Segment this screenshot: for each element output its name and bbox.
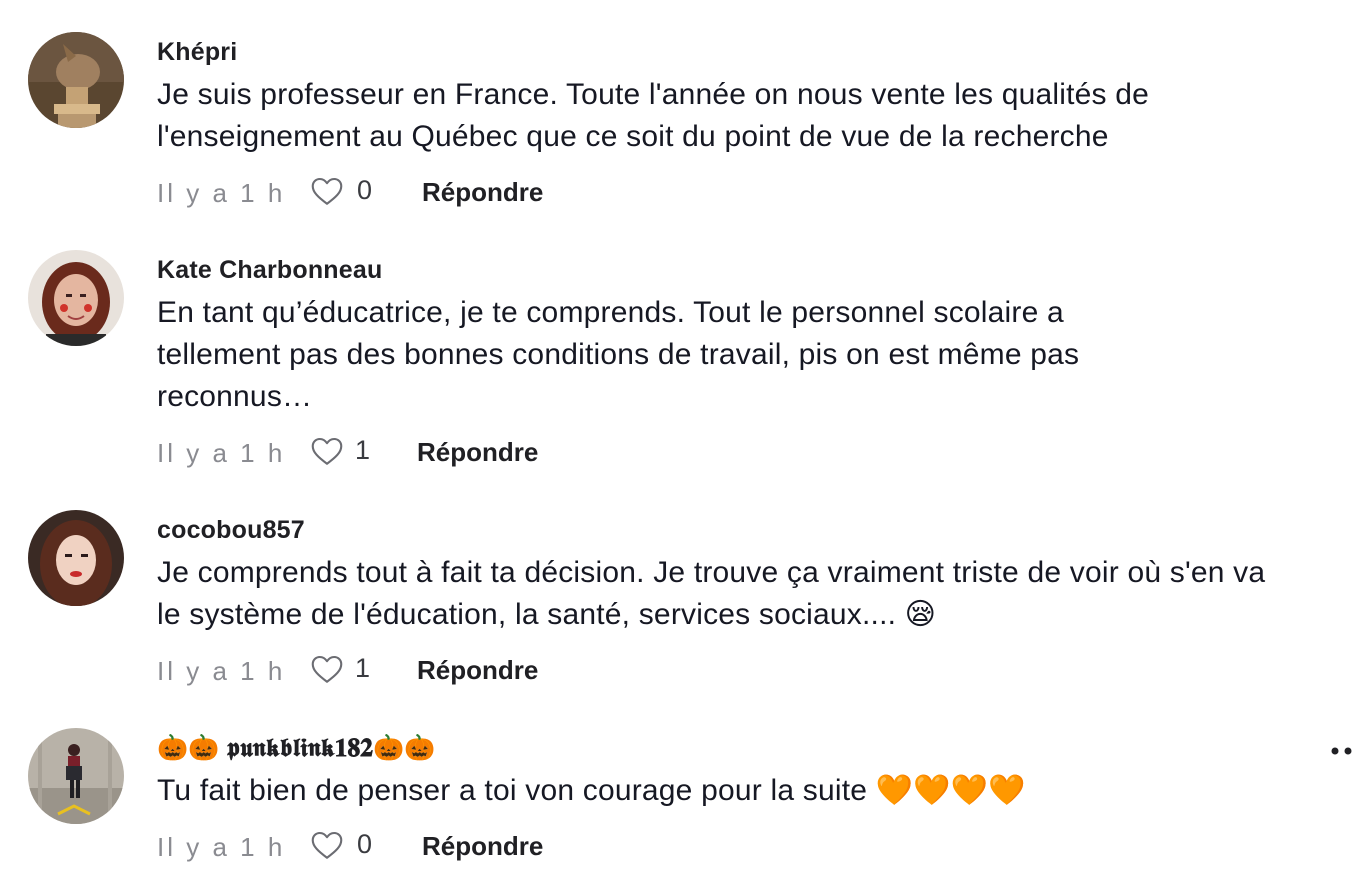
reply-button[interactable]: Répondre (422, 177, 543, 208)
comment-text: Je comprends tout à fait ta décision. Je… (157, 556, 1266, 631)
like-count: 0 (357, 175, 373, 205)
heart-outline-icon[interactable] (309, 173, 345, 209)
heart-outline-icon[interactable] (309, 651, 345, 687)
comment-time: Il y a 1 h (157, 832, 286, 862)
avatar[interactable] (28, 728, 124, 824)
comment-time: Il y a 1 h (157, 178, 286, 208)
comment-username[interactable]: cocobou857 (157, 516, 305, 545)
heart-outline-icon[interactable] (309, 433, 345, 469)
comment-username[interactable]: Kate Charbonneau (157, 256, 382, 285)
like-count: 0 (357, 829, 373, 859)
comment-time: Il y a 1 h (157, 438, 286, 468)
comment-text: En tant qu’éducatrice, je te comprends. … (157, 296, 1080, 413)
reply-button[interactable]: Répondre (417, 437, 538, 468)
avatar[interactable] (28, 32, 124, 128)
comment-username[interactable]: 🎃🎃 𝖕𝖚𝖓𝖐𝖇𝖑𝖎𝖓𝖐𝟏𝟖𝟐🎃🎃 (157, 734, 436, 763)
heart-outline-icon[interactable] (309, 827, 345, 863)
comment-text: Je suis professeur en France. Toute l'an… (157, 78, 1150, 153)
comment-time: Il y a 1 h (157, 656, 286, 686)
like-count: 1 (355, 653, 371, 683)
comment-username[interactable]: Khépri (157, 38, 237, 67)
avatar[interactable] (28, 250, 124, 346)
like-count: 1 (355, 435, 371, 465)
reply-button[interactable]: Répondre (422, 831, 543, 862)
comment-text: Tu fait bien de penser a toi von courage… (157, 774, 1026, 807)
more-horizontal-icon[interactable] (1314, 738, 1354, 764)
reply-button[interactable]: Répondre (417, 655, 538, 686)
avatar[interactable] (28, 510, 124, 606)
